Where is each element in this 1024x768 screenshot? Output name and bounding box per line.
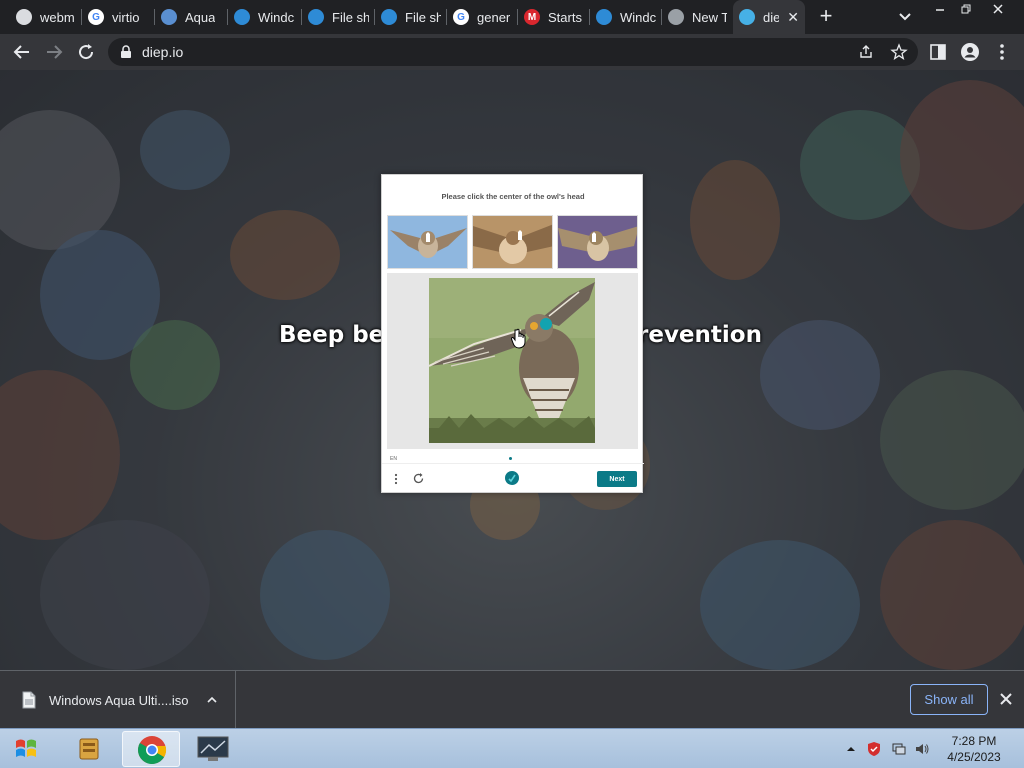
downloads-bar: Windows Aqua Ulti....iso Show all [0,670,1024,729]
profile-icon[interactable] [960,42,980,62]
challenge-image[interactable] [429,278,595,443]
tab-search-chevron-icon[interactable] [895,7,915,27]
tab-title: New T [692,9,727,25]
volume-icon[interactable] [914,741,930,757]
aqua-site-icon [161,9,177,25]
captcha-logo-icon [505,471,519,485]
mega-icon: M [524,9,540,25]
kebab-menu-icon[interactable] [992,42,1012,62]
download-item[interactable]: Windows Aqua Ulti....iso [0,671,236,729]
example-thumbnail [472,215,553,269]
diep-icon [739,9,755,25]
clock-time: 7:28 PM [951,734,997,748]
tab-title: Aqua [185,9,216,25]
close-window-button[interactable] [984,0,1012,18]
refresh-icon[interactable] [412,472,425,485]
browser-tab[interactable]: Windc [228,0,302,34]
windows-start-icon[interactable] [6,731,46,767]
chrome-icon [668,9,684,25]
tray-chevron-up-icon[interactable] [843,741,859,757]
owl-challenge-image[interactable] [429,278,595,443]
reload-icon[interactable] [74,40,98,64]
edge-icon [308,9,324,25]
banner-text-right: revention [637,322,762,348]
browser-tab[interactable]: New T [662,0,733,34]
tab-close-icon[interactable]: ✕ [787,9,799,26]
browser-tab[interactable]: Aqua [155,0,228,34]
taskbar-chrome[interactable] [122,731,180,767]
tab-title: virtio [112,9,140,25]
page-viewport: Beep bee revention Please click the cent… [0,70,1024,670]
owl-example-image [558,216,637,268]
file-explorer-icon [79,738,99,760]
browser-tab[interactable]: File sh [375,0,447,34]
taskbar-explorer[interactable] [60,731,118,767]
next-button[interactable]: Next [597,471,637,487]
tab-title: gener [477,9,511,25]
address-bar[interactable]: diep.io [108,38,918,66]
browser-tab[interactable]: die ✕ [733,0,805,34]
monitor-icon [197,736,229,761]
page-indicator-dot [509,457,512,460]
forward-arrow-icon[interactable] [42,40,66,64]
shield-icon[interactable] [866,741,882,757]
challenge-image-area[interactable] [387,273,638,449]
lock-icon[interactable] [120,45,132,59]
close-icon [993,4,1003,14]
browser-tab[interactable]: Windc [590,0,662,34]
footer-divider [382,463,644,464]
back-arrow-icon[interactable] [10,40,34,64]
share-icon[interactable] [858,44,874,60]
side-panel-icon[interactable] [928,42,948,62]
taskbar: 7:28 PM 4/25/2023 [0,728,1024,768]
bookmark-star-icon[interactable] [890,43,908,61]
close-icon[interactable] [999,692,1013,706]
google-icon: G [88,9,104,25]
tab-title: die [763,9,780,25]
edge-icon [596,9,612,25]
browser-toolbar: diep.io [0,34,1024,70]
tab-title: webm [40,9,75,25]
system-clock[interactable]: 7:28 PM 4/25/2023 [940,733,1008,765]
tab-title: File sh [405,9,441,25]
chevron-up-icon[interactable] [206,694,218,706]
edge-icon [381,9,397,25]
generic-site-icon [16,9,32,25]
browser-tab[interactable]: File sh [302,0,375,34]
kebab-menu-icon[interactable] [392,473,400,485]
tab-title: File sh [332,9,369,25]
owl-example-image [473,216,552,268]
tab-strip: webm Gvirtio Aqua Windc File sh File sh Ggener… [0,0,1024,34]
browser-tab[interactable]: M Starts [518,0,590,34]
new-tab-button[interactable]: + [814,5,838,29]
url-text[interactable]: diep.io [142,44,183,60]
edge-icon [234,9,250,25]
browser-tab[interactable]: Ggener [447,0,518,34]
minimize-button[interactable] [926,0,954,18]
download-file-name[interactable]: Windows Aqua Ulti....iso [49,693,188,708]
minimize-icon [936,9,944,11]
tab-title: Windc [258,9,295,25]
network-icon[interactable] [891,741,907,757]
hand-cursor-icon [511,328,526,349]
google-icon: G [453,9,469,25]
show-all-button[interactable]: Show all [910,684,988,715]
owl-example-image [388,216,467,268]
taskbar-remote-desktop[interactable] [184,731,242,767]
clock-date: 4/25/2023 [947,750,1001,764]
language-selector[interactable]: EN [390,456,397,462]
tab-title: Windc [620,9,656,25]
example-thumbnail [387,215,468,269]
restore-button[interactable] [952,0,980,18]
tab-title: Starts [548,9,582,25]
chrome-icon [138,736,167,764]
captcha-prompt: Please click the center of the owl's hea… [441,192,585,201]
restore-icon [961,4,971,14]
file-icon [22,691,36,709]
browser-tab[interactable]: Gvirtio [82,0,155,34]
browser-tab[interactable]: webm [10,0,82,34]
example-thumbnail [557,215,638,269]
